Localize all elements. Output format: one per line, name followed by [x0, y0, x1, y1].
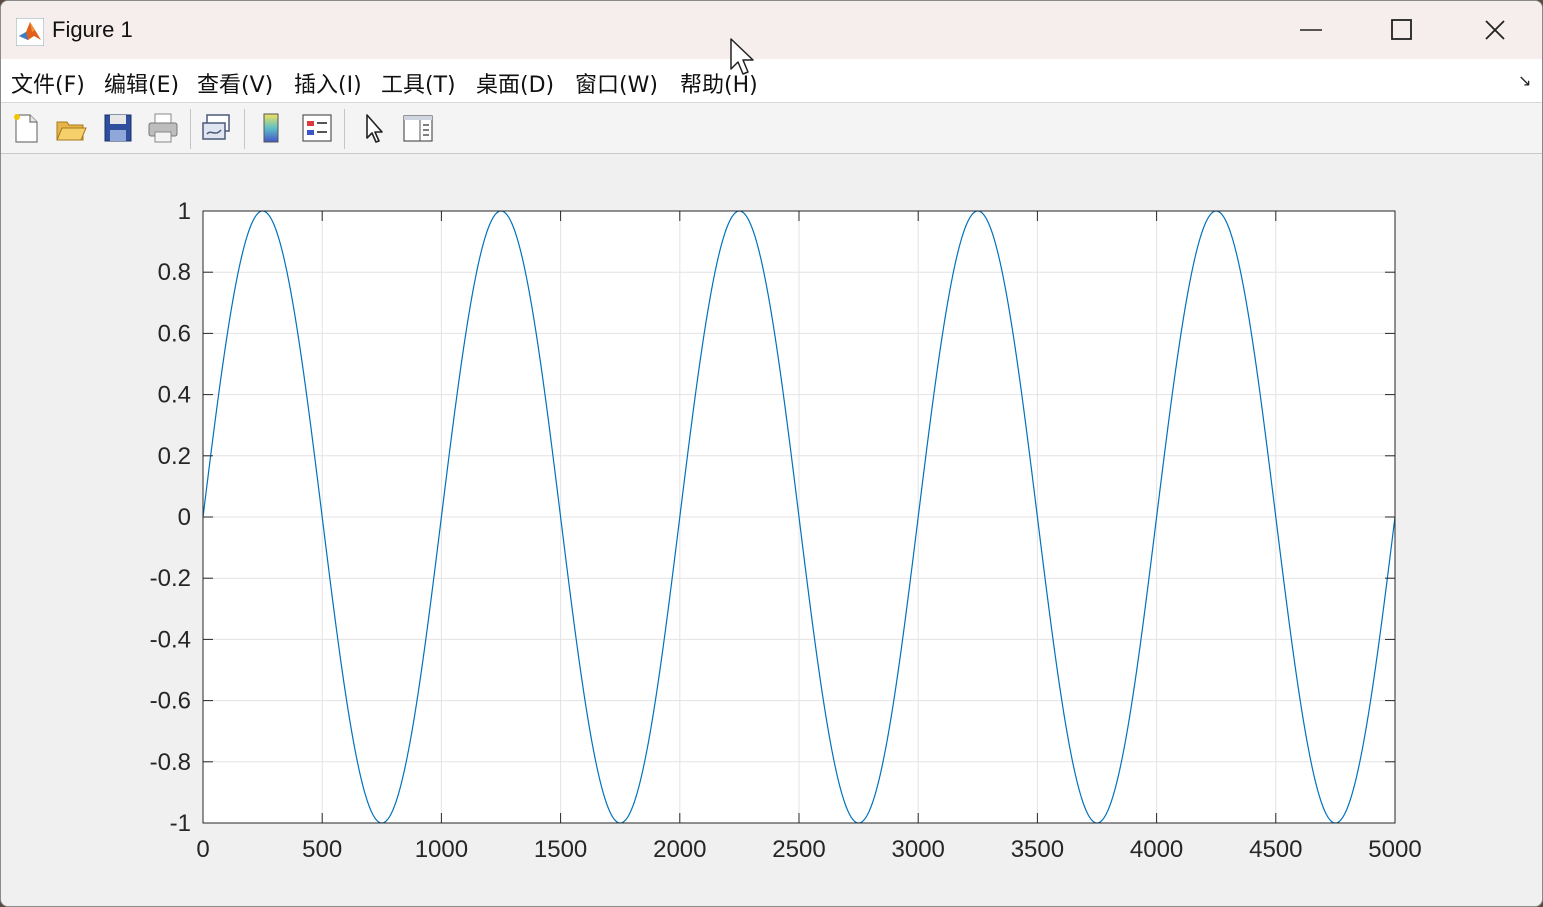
x-tick-label: 4000 [1130, 836, 1183, 863]
menu-file[interactable]: 文件(F) [11, 67, 85, 99]
save-icon [104, 114, 132, 142]
minimize-button[interactable] [1265, 1, 1357, 59]
y-tick-label: 0.8 [158, 259, 191, 286]
mouse-cursor-icon [730, 38, 754, 75]
x-tick-label: 5000 [1368, 836, 1421, 863]
print-button[interactable] [146, 111, 180, 145]
minimize-icon [1300, 29, 1322, 31]
menu-edit[interactable]: 编辑(E) [104, 67, 179, 99]
y-tick-label: -0.6 [150, 688, 191, 715]
property-inspector-button[interactable] [401, 111, 435, 145]
x-tick-label: 1500 [534, 836, 587, 863]
sine-wave-chart[interactable]: 0 500 1000 1500 2000 2500 3000 3500 4000 4500 5000… [1, 154, 1542, 906]
menu-desktop[interactable]: 桌面(D) [476, 67, 554, 99]
open-file-button[interactable] [54, 111, 88, 145]
y-tick-label: 0.6 [158, 320, 191, 347]
legend-button[interactable] [300, 111, 334, 145]
toolbar-separator [344, 109, 345, 149]
y-tick-label: 1 [178, 198, 191, 225]
new-figure-button[interactable] [9, 111, 43, 145]
toolbar-separator [190, 109, 191, 149]
colorbar-icon [263, 113, 279, 143]
property-inspector-icon [403, 115, 433, 142]
y-tick-label: 0.2 [158, 443, 191, 470]
close-icon [1485, 20, 1505, 40]
y-tick-label: -1 [170, 810, 191, 837]
y-tick-label: -0.2 [150, 565, 191, 592]
title-bar[interactable]: Figure 1 [1, 1, 1542, 59]
edit-plot-arrow-icon [366, 114, 383, 143]
figure-window: Figure 1 文件(F) 编辑(E) 查看(V) 插入(I) 工具(T) 桌… [0, 0, 1543, 907]
print-icon [148, 113, 178, 143]
x-tick-label: 3500 [1011, 836, 1064, 863]
window-title: Figure 1 [52, 17, 133, 42]
x-tick-label: 0 [196, 836, 209, 863]
save-button[interactable] [101, 111, 135, 145]
menu-view[interactable]: 查看(V) [197, 67, 273, 99]
y-tick-label: -0.4 [150, 626, 191, 653]
new-figure-icon [14, 114, 38, 143]
x-tick-label: 2500 [772, 836, 825, 863]
maximize-button[interactable] [1356, 1, 1448, 59]
plot-area: 0 500 1000 1500 2000 2500 3000 3500 4000 4500 5000… [1, 154, 1542, 906]
menu-window[interactable]: 窗口(W) [575, 67, 658, 99]
figure-toolbar [1, 103, 1542, 154]
menu-insert[interactable]: 插入(I) [294, 67, 362, 99]
open-file-icon [56, 121, 87, 141]
y-tick-label: 0 [178, 504, 191, 531]
toolbar-separator [244, 109, 245, 149]
x-tick-label: 4500 [1249, 836, 1302, 863]
x-tick-label: 3000 [892, 836, 945, 863]
x-tick-label: 1000 [415, 836, 468, 863]
close-button[interactable] [1449, 1, 1541, 59]
toolbar-dock-arrow-icon[interactable]: ↘ [1518, 71, 1531, 90]
link-plot-button[interactable] [199, 111, 233, 145]
matlab-logo-icon [16, 18, 44, 46]
link-plot-icon [202, 114, 230, 140]
edit-plot-button[interactable] [357, 111, 391, 145]
x-tick-label: 500 [302, 836, 342, 863]
x-tick-label: 2000 [653, 836, 706, 863]
legend-icon [302, 114, 332, 142]
maximize-icon [1391, 19, 1412, 40]
y-tick-label: 0.4 [158, 382, 191, 409]
menu-bar: 文件(F) 编辑(E) 查看(V) 插入(I) 工具(T) 桌面(D) 窗口(W… [1, 59, 1542, 103]
colorbar-button[interactable] [254, 111, 288, 145]
menu-tools[interactable]: 工具(T) [381, 67, 456, 99]
y-tick-label: -0.8 [150, 749, 191, 776]
